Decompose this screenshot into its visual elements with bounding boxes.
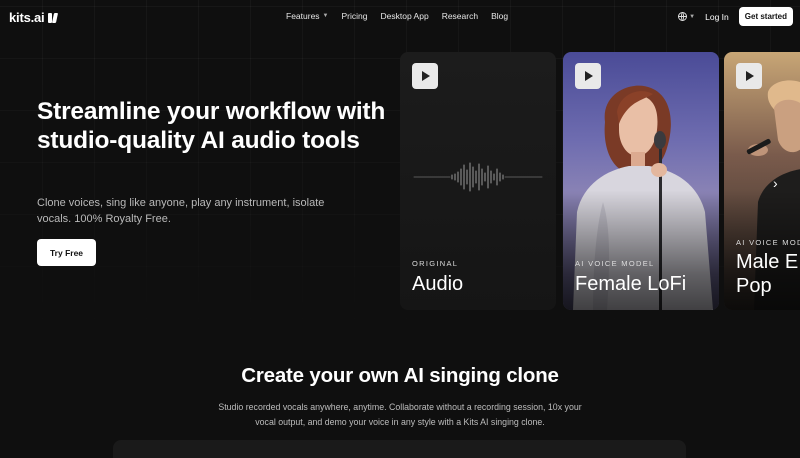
card-label: ORIGINAL — [412, 259, 459, 268]
logo-text: kits.ai — [9, 10, 45, 25]
nav-link-research[interactable]: Research — [442, 11, 478, 21]
nav-link-blog[interactable]: Blog — [491, 11, 508, 21]
chevron-down-icon: ▼ — [689, 13, 696, 20]
nav-links: Features ▼ Pricing Desktop App Research B… — [286, 11, 508, 21]
nav-link-features[interactable]: Features ▼ — [286, 11, 329, 21]
hero-title: Streamline your workflow with studio-qua… — [37, 98, 386, 154]
bottom-panel — [113, 440, 686, 458]
chevron-down-icon: ▼ — [322, 13, 329, 19]
section-subtitle: Studio recorded vocals anywhere, anytime… — [218, 402, 582, 427]
try-free-button[interactable]: Try Free — [37, 239, 96, 266]
language-selector[interactable]: ▼ — [678, 12, 695, 21]
logo-mark-icon — [48, 12, 58, 23]
card-title: Audio — [412, 273, 464, 295]
card-title: Male E Pop — [736, 251, 799, 297]
login-link[interactable]: Log In — [705, 12, 729, 22]
waveform-icon — [413, 162, 543, 192]
play-icon[interactable] — [412, 63, 438, 89]
hero-subtitle: Clone voices, sing like anyone, play any… — [37, 197, 325, 225]
globe-icon — [678, 12, 688, 21]
nav-link-desktop-app[interactable]: Desktop App — [380, 11, 428, 21]
chevron-right-icon[interactable]: › — [773, 175, 778, 191]
audio-card-original[interactable]: ORIGINAL Audio — [400, 52, 556, 310]
play-icon[interactable] — [575, 63, 601, 89]
card-label: AI VOICE MODEL — [575, 259, 655, 268]
card-title: Female LoFi — [575, 273, 687, 295]
nav-link-pricing[interactable]: Pricing — [342, 11, 368, 21]
play-icon[interactable] — [736, 63, 762, 89]
logo[interactable]: kits.ai — [9, 10, 58, 25]
section-title: Create your own AI singing clone — [241, 364, 559, 387]
top-nav: kits.ai Features ▼ Pricing Desktop App Re… — [0, 0, 800, 34]
nav-right: ▼ Log In Get started — [678, 7, 793, 26]
audio-card-female-lofi[interactable]: AI VOICE MODEL Female LoFi — [563, 52, 719, 310]
card-label: AI VOICE MODE — [736, 238, 800, 247]
get-started-button[interactable]: Get started — [738, 7, 793, 26]
audio-card-male-pop[interactable]: AI VOICE MODE Male E Pop — [724, 52, 800, 310]
